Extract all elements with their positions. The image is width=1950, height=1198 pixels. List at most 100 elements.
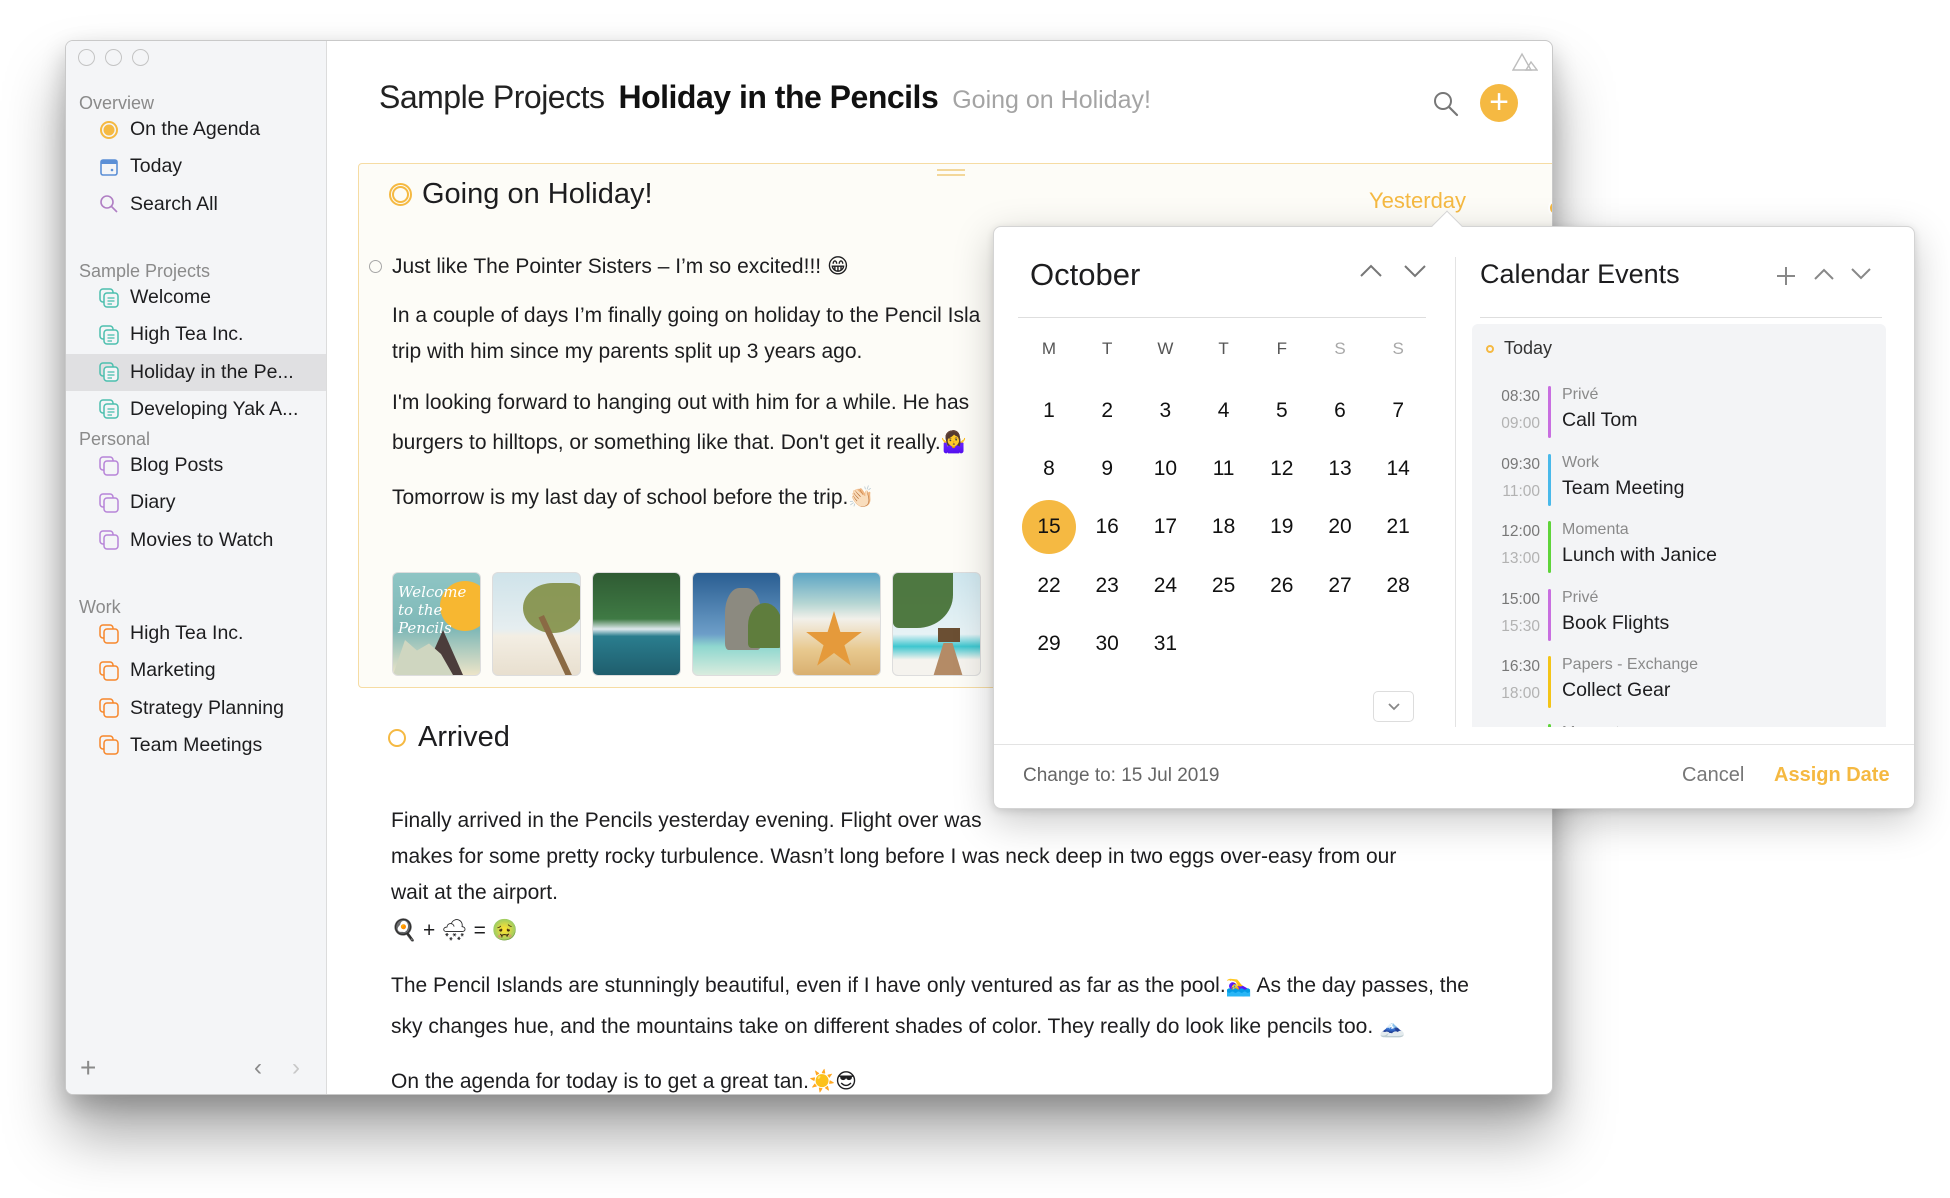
calendar-day[interactable]: 12 (1255, 442, 1309, 496)
calendar-day[interactable]: 30 (1080, 617, 1134, 671)
sidebar-item[interactable]: Welcome (66, 279, 326, 316)
sidebar-item[interactable]: Today (66, 148, 326, 185)
expand-calendar-button[interactable] (1373, 691, 1414, 722)
paragraph-line[interactable]: makes for some pretty rocky turbulence. … (391, 839, 1396, 875)
calendar-day[interactable]: 23 (1080, 559, 1134, 613)
calendar-day[interactable]: 18 (1197, 500, 1251, 554)
calendar-day[interactable]: 16 (1080, 500, 1134, 554)
todo-checkbox[interactable] (369, 260, 382, 273)
entry-date-label[interactable]: Yesterday (1369, 188, 1466, 214)
chevron-up-icon[interactable] (1813, 267, 1835, 281)
event-row[interactable]: 19:00 Momenta (1472, 723, 1886, 727)
calendar-day[interactable]: 19 (1255, 500, 1309, 554)
event-row[interactable]: 16:30 18:00 Papers - Exchange Collect Gear (1472, 656, 1886, 712)
calendar-day[interactable]: 27 (1313, 559, 1367, 613)
sidebar-item[interactable]: Marketing (66, 652, 326, 689)
chevron-up-icon[interactable] (1358, 263, 1384, 279)
image-thumbnail[interactable]: Welcome to the Pencils (392, 572, 481, 676)
event-row[interactable]: 12:00 13:00 Momenta Lunch with Janice (1472, 521, 1886, 577)
calendar-day[interactable]: 28 (1371, 559, 1425, 613)
calendar-day[interactable]: 13 (1313, 442, 1367, 496)
paragraph-line[interactable]: The Pencil Islands are stunningly beauti… (391, 968, 1469, 1004)
paragraph-line[interactable]: burgers to hilltops, or something like t… (392, 423, 967, 463)
calendar-day[interactable]: 11 (1197, 442, 1251, 496)
paragraph-line[interactable]: Tomorrow is my last day of school before… (392, 478, 875, 518)
entry-status-icon[interactable] (389, 183, 412, 206)
sidebar-item[interactable]: Search All (66, 186, 326, 223)
sidebar-item[interactable]: Blog Posts (66, 447, 326, 484)
calendar-day[interactable]: 25 (1197, 559, 1251, 613)
calendar-day[interactable]: 3 (1138, 384, 1192, 438)
calendar-day[interactable]: 20 (1313, 500, 1367, 554)
breadcrumb[interactable]: Sample Projects (379, 79, 605, 116)
event-start-time: 12:00 (1501, 523, 1540, 540)
paragraph-line[interactable]: In a couple of days I’m finally going on… (392, 296, 980, 336)
calendar-day[interactable]: 26 (1255, 559, 1309, 613)
calendar-day[interactable]: 21 (1371, 500, 1425, 554)
chevron-down-icon[interactable] (1402, 263, 1428, 279)
weekday-label: S (1334, 339, 1346, 358)
calendar-day[interactable]: 31 (1138, 617, 1192, 671)
image-thumbnail[interactable] (792, 572, 881, 676)
mountain-icon[interactable] (1512, 51, 1538, 71)
close-window-button[interactable] (78, 49, 95, 66)
calendar-day[interactable]: 7 (1371, 384, 1425, 438)
sidebar-item[interactable]: Movies to Watch (66, 522, 326, 559)
sidebar-item[interactable]: High Tea Inc. (66, 316, 326, 353)
paragraph-line[interactable]: 🍳 + 🌨 = 🤢 (391, 913, 518, 949)
assign-date-button[interactable]: Assign Date (1774, 764, 1890, 787)
calendar-day[interactable]: 4 (1197, 384, 1251, 438)
calendar-day[interactable]: 1 (1022, 384, 1076, 438)
sidebar-item[interactable]: On the Agenda (66, 111, 326, 148)
paragraph-line[interactable]: Finally arrived in the Pencils yesterday… (391, 803, 982, 839)
cancel-button[interactable]: Cancel (1682, 764, 1744, 787)
minimize-window-button[interactable] (105, 49, 122, 66)
calendar-day-selected[interactable]: 15 (1022, 500, 1076, 555)
sidebar-item[interactable]: Team Meetings (66, 727, 326, 764)
image-thumbnail[interactable] (692, 572, 781, 676)
event-row[interactable]: 09:30 11:00 Work Team Meeting (1472, 453, 1886, 510)
paragraph-line[interactable]: I'm looking forward to hanging out with … (392, 383, 969, 423)
calendar-day[interactable]: 6 (1313, 384, 1367, 438)
image-thumbnail[interactable] (492, 572, 581, 676)
todo-text[interactable]: Just like The Pointer Sisters – I’m so e… (392, 254, 849, 279)
calendar-day[interactable]: 9 (1080, 442, 1134, 496)
paragraph-line[interactable]: sky changes hue, and the mountains take … (391, 1009, 1405, 1045)
calendar-day[interactable]: 14 (1371, 442, 1425, 496)
event-row[interactable]: 08:30 09:00 Privé Call Tom (1472, 386, 1886, 442)
entry-title-text[interactable]: Arrived (418, 721, 510, 754)
event-start-time: 15:00 (1501, 590, 1540, 608)
add-icon[interactable]: + (80, 1052, 96, 1084)
calendar-day[interactable]: 17 (1138, 500, 1192, 554)
calendar-day[interactable]: 29 (1022, 617, 1076, 671)
event-row[interactable]: 15:00 15:30 Privé Book Flights (1472, 588, 1886, 645)
calendar-day[interactable]: 10 (1138, 442, 1192, 496)
sidebar-item[interactable]: Holiday in the Pe... (66, 353, 326, 391)
chevron-down-icon[interactable] (1850, 267, 1872, 281)
calendar-day[interactable]: 22 (1022, 559, 1076, 613)
calendar-day[interactable]: 2 (1080, 384, 1134, 438)
assign-person-icon[interactable] (1548, 184, 1553, 218)
forward-icon[interactable]: › (292, 1054, 300, 1082)
sidebar-item[interactable]: Developing Yak A... (66, 391, 326, 428)
calendar-day[interactable]: 8 (1022, 442, 1076, 496)
calendar-day[interactable]: 5 (1255, 384, 1309, 438)
events-title: Calendar Events (1480, 259, 1680, 289)
zoom-window-button[interactable] (132, 49, 149, 66)
paragraph-line[interactable]: trip with him since my parents split up … (392, 332, 862, 372)
image-thumbnail[interactable] (592, 572, 681, 676)
sidebar-item[interactable]: Diary (66, 484, 326, 521)
sidebar-item[interactable]: High Tea Inc. (66, 615, 326, 652)
search-icon[interactable] (1431, 89, 1461, 119)
sidebar-item[interactable]: Strategy Planning (66, 690, 326, 727)
entry-status-icon[interactable] (388, 728, 406, 747)
entry-title-text[interactable]: Going on Holiday! (422, 178, 653, 211)
paragraph-line[interactable]: On the agenda for today is to get a grea… (391, 1064, 857, 1094)
image-thumbnail[interactable] (892, 572, 981, 676)
add-entry-button[interactable]: + (1480, 84, 1518, 122)
add-event-icon[interactable] (1775, 265, 1797, 287)
paragraph-line[interactable]: wait at the airport. (391, 875, 558, 911)
drag-handle[interactable] (937, 169, 965, 176)
calendar-day[interactable]: 24 (1138, 559, 1192, 613)
back-icon[interactable]: ‹ (254, 1054, 262, 1082)
